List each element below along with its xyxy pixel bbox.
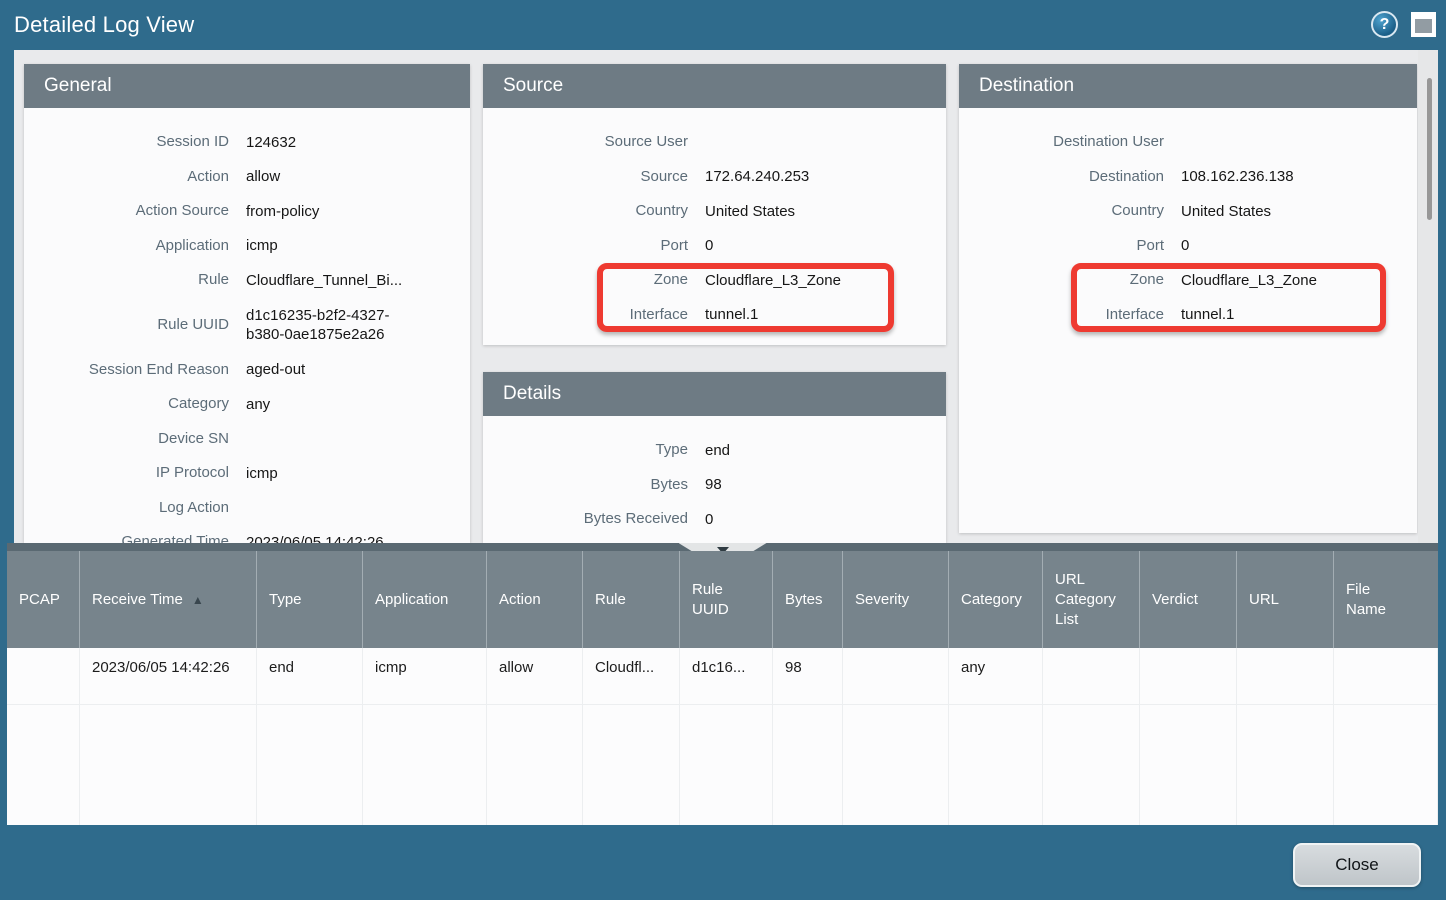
field-source-country: CountryUnited States [483, 194, 946, 229]
details-panel-header: Details [483, 372, 946, 416]
column-header-bytes[interactable]: Bytes [773, 551, 843, 648]
cell-bytes: 98 [773, 648, 843, 705]
destination-panel: Destination Destination User Destination… [959, 64, 1417, 533]
column-header-action[interactable]: Action [487, 551, 583, 648]
table-empty-cell [1334, 705, 1438, 825]
column-header-url[interactable]: URL [1237, 551, 1334, 648]
table-empty-cell [583, 705, 680, 825]
cell-receive-time: 2023/06/05 14:42:26 [80, 648, 257, 705]
cell-rule-uuid: d1c16... [680, 648, 773, 705]
table-empty-cell [773, 705, 843, 825]
field-destination-user: Destination User [959, 125, 1417, 160]
field-action-source: Action Sourcefrom-policy [24, 194, 470, 229]
field-rule: RuleCloudflare_Tunnel_Bi... [24, 263, 470, 298]
maximize-window-icon[interactable] [1411, 12, 1436, 37]
column-header-application[interactable]: Application [363, 551, 487, 648]
column-header-verdict[interactable]: Verdict [1140, 551, 1237, 648]
field-source: Source172.64.240.253 [483, 160, 946, 195]
dialog-title: Detailed Log View [14, 12, 194, 38]
field-rule-uuid: Rule UUIDd1c16235-b2f2-4327-b380-0ae1875… [24, 298, 470, 353]
source-panel-header: Source [483, 64, 946, 108]
table-empty-cell [1237, 705, 1334, 825]
field-source-interface: Interfacetunnel.1 [483, 298, 946, 333]
field-bytes: Bytes98 [483, 468, 946, 503]
details-panel-body: Typeend Bytes98 Bytes Received0 [483, 416, 946, 537]
cell-type: end [257, 648, 363, 705]
log-table-empty-area [7, 705, 1438, 825]
general-panel: General Session ID124632 Actionallow Act… [24, 64, 470, 543]
field-ip-protocol: IP Protocolicmp [24, 456, 470, 491]
column-header-receive-time[interactable]: Receive Time▲ [80, 551, 257, 648]
cell-category: any [949, 648, 1043, 705]
splitter-bar [7, 543, 1438, 551]
source-panel: Source Source User Source172.64.240.253 … [483, 64, 946, 345]
table-empty-cell [680, 705, 773, 825]
field-session-id: Session ID124632 [24, 125, 470, 160]
field-session-end-reason: Session End Reasonaged-out [24, 353, 470, 388]
panels-scrollbar-thumb[interactable] [1427, 78, 1432, 220]
table-empty-cell [1140, 705, 1237, 825]
table-empty-cell [843, 705, 949, 825]
destination-panel-header: Destination [959, 64, 1417, 108]
field-destination-country: CountryUnited States [959, 194, 1417, 229]
cell-verdict [1140, 648, 1237, 705]
column-header-url-category-list[interactable]: URL Category List [1043, 551, 1140, 648]
log-table: PCAP Receive Time▲ Type Application Acti… [7, 551, 1438, 825]
log-detail-panels-area: General Session ID124632 Actionallow Act… [14, 50, 1438, 543]
column-header-file-name[interactable]: File Name [1334, 551, 1438, 648]
field-log-action: Log Action [24, 491, 470, 526]
table-empty-cell [363, 705, 487, 825]
column-header-rule[interactable]: Rule [583, 551, 680, 648]
close-button[interactable]: Close [1293, 843, 1421, 887]
destination-panel-body: Destination User Destination108.162.236.… [959, 108, 1417, 332]
table-empty-cell [257, 705, 363, 825]
table-empty-cell [1043, 705, 1140, 825]
table-empty-cell [80, 705, 257, 825]
field-destination-interface: Interfacetunnel.1 [959, 298, 1417, 333]
cell-pcap [7, 648, 80, 705]
field-action: Actionallow [24, 160, 470, 195]
field-bytes-received: Bytes Received0 [483, 502, 946, 537]
dialog-titlebar: Detailed Log View ? [0, 0, 1446, 50]
field-application: Applicationicmp [24, 229, 470, 264]
column-header-category[interactable]: Category [949, 551, 1043, 648]
field-category: Categoryany [24, 387, 470, 422]
column-header-pcap[interactable]: PCAP [7, 551, 80, 648]
field-destination-port: Port0 [959, 229, 1417, 264]
field-destination-zone: ZoneCloudflare_L3_Zone [959, 263, 1417, 298]
source-panel-body: Source User Source172.64.240.253 Country… [483, 108, 946, 332]
sort-asc-icon: ▲ [192, 593, 204, 607]
log-table-header: PCAP Receive Time▲ Type Application Acti… [7, 551, 1438, 648]
cell-rule: Cloudfl... [583, 648, 680, 705]
cell-application: icmp [363, 648, 487, 705]
field-source-user: Source User [483, 125, 946, 160]
help-icon[interactable]: ? [1371, 11, 1398, 38]
general-panel-header: General [24, 64, 470, 108]
cell-url-category-list [1043, 648, 1140, 705]
detailed-log-view-dialog: Detailed Log View ? General Session ID12… [0, 0, 1446, 900]
table-empty-cell [487, 705, 583, 825]
field-device-sn: Device SN [24, 422, 470, 457]
field-source-port: Port0 [483, 229, 946, 264]
field-generated-time: Generated Time2023/06/05 14:42:26 [24, 525, 470, 543]
details-panel: Details Typeend Bytes98 Bytes Received0 [483, 372, 946, 543]
field-destination: Destination108.162.236.138 [959, 160, 1417, 195]
log-table-row[interactable]: 2023/06/05 14:42:26 end icmp allow Cloud… [7, 648, 1438, 705]
titlebar-icons: ? [1371, 11, 1436, 38]
table-empty-cell [949, 705, 1043, 825]
general-panel-body: Session ID124632 Actionallow Action Sour… [24, 108, 470, 543]
cell-action: allow [487, 648, 583, 705]
cell-url [1237, 648, 1334, 705]
column-header-rule-uuid[interactable]: Rule UUID [680, 551, 773, 648]
panels-scrollbar[interactable] [1418, 50, 1438, 543]
cell-file-name [1334, 648, 1438, 705]
table-empty-cell [7, 705, 80, 825]
field-source-zone: ZoneCloudflare_L3_Zone [483, 263, 946, 298]
column-header-severity[interactable]: Severity [843, 551, 949, 648]
field-type: Typeend [483, 433, 946, 468]
cell-severity [843, 648, 949, 705]
column-header-type[interactable]: Type [257, 551, 363, 648]
